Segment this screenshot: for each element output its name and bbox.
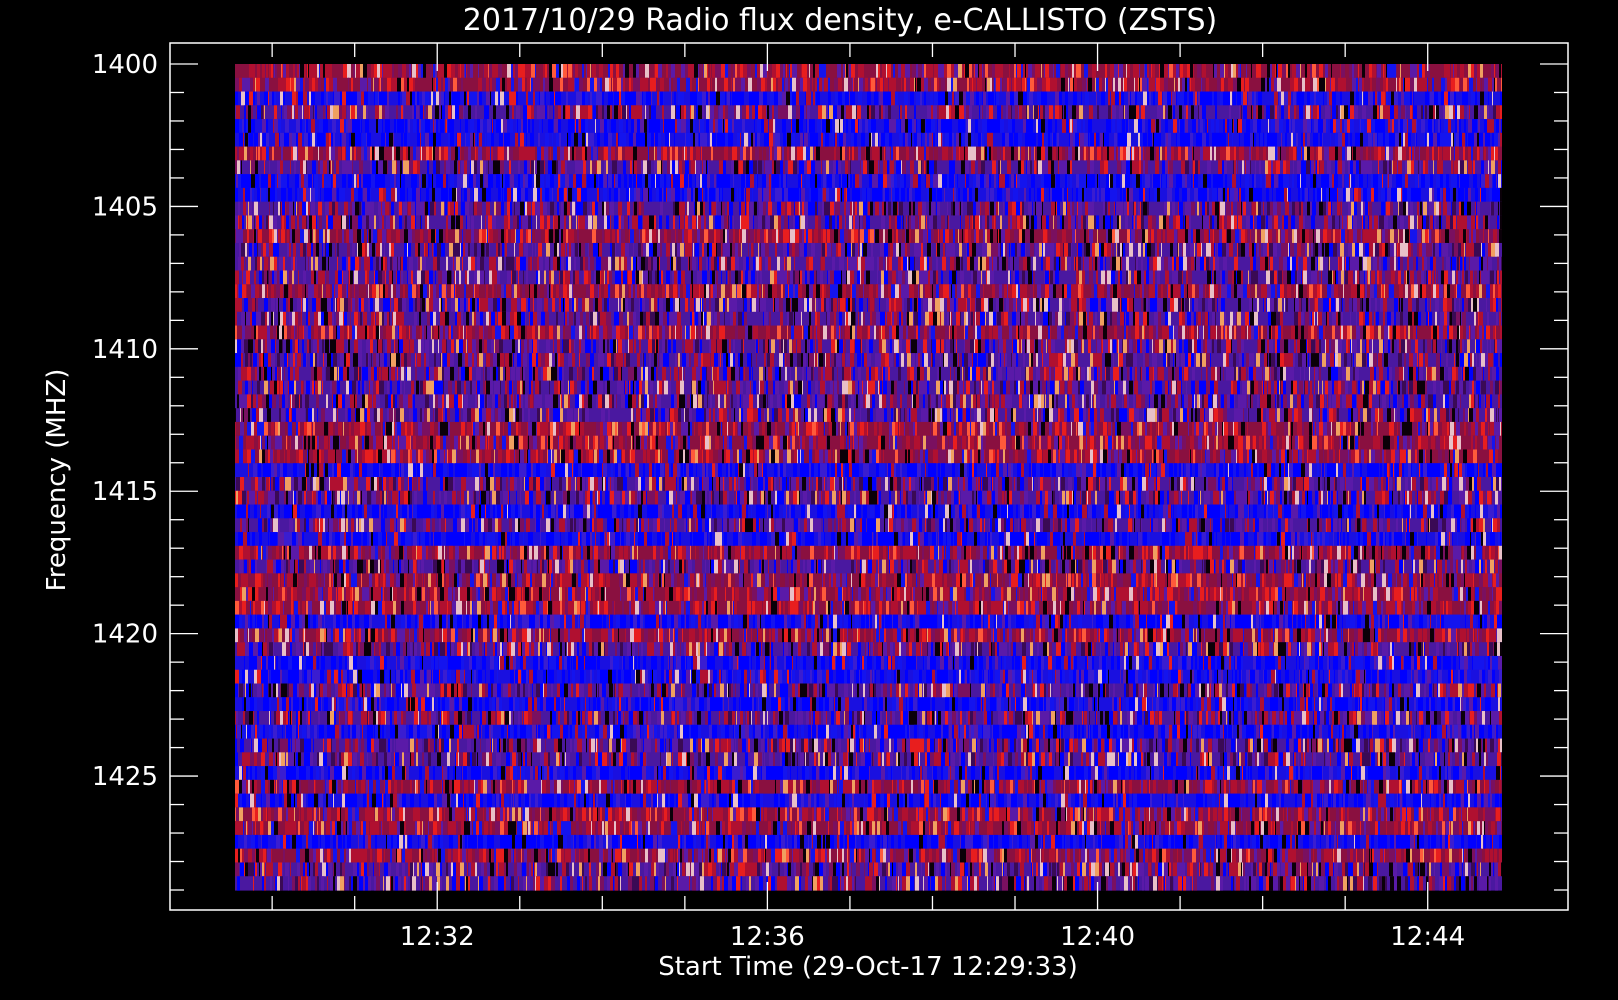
y-tick-label: 1420 [92,620,158,650]
x-tick-label: 12:36 [730,922,805,952]
y-tick-label: 1400 [92,50,158,80]
y-tick-label: 1405 [92,192,158,222]
chart-title: 2017/10/29 Radio flux density, e-CALLIST… [463,3,1217,38]
x-tick-label: 12:44 [1390,922,1465,952]
x-tick-label: 12:40 [1060,922,1135,952]
x-tick-label: 12:32 [400,922,475,952]
heatmap [235,64,1502,891]
y-tick-label: 1415 [92,477,158,507]
y-axis-label: Frequency (MHZ) [42,369,72,592]
y-tick-label: 1425 [92,762,158,792]
x-axis-label: Start Time (29-Oct-17 12:29:33) [658,952,1078,982]
heatmap-channel [235,573,1502,588]
spectrogram-chart: 2017/10/29 Radio flux density, e-CALLIST… [42,3,1569,982]
y-tick-label: 1410 [92,335,158,365]
